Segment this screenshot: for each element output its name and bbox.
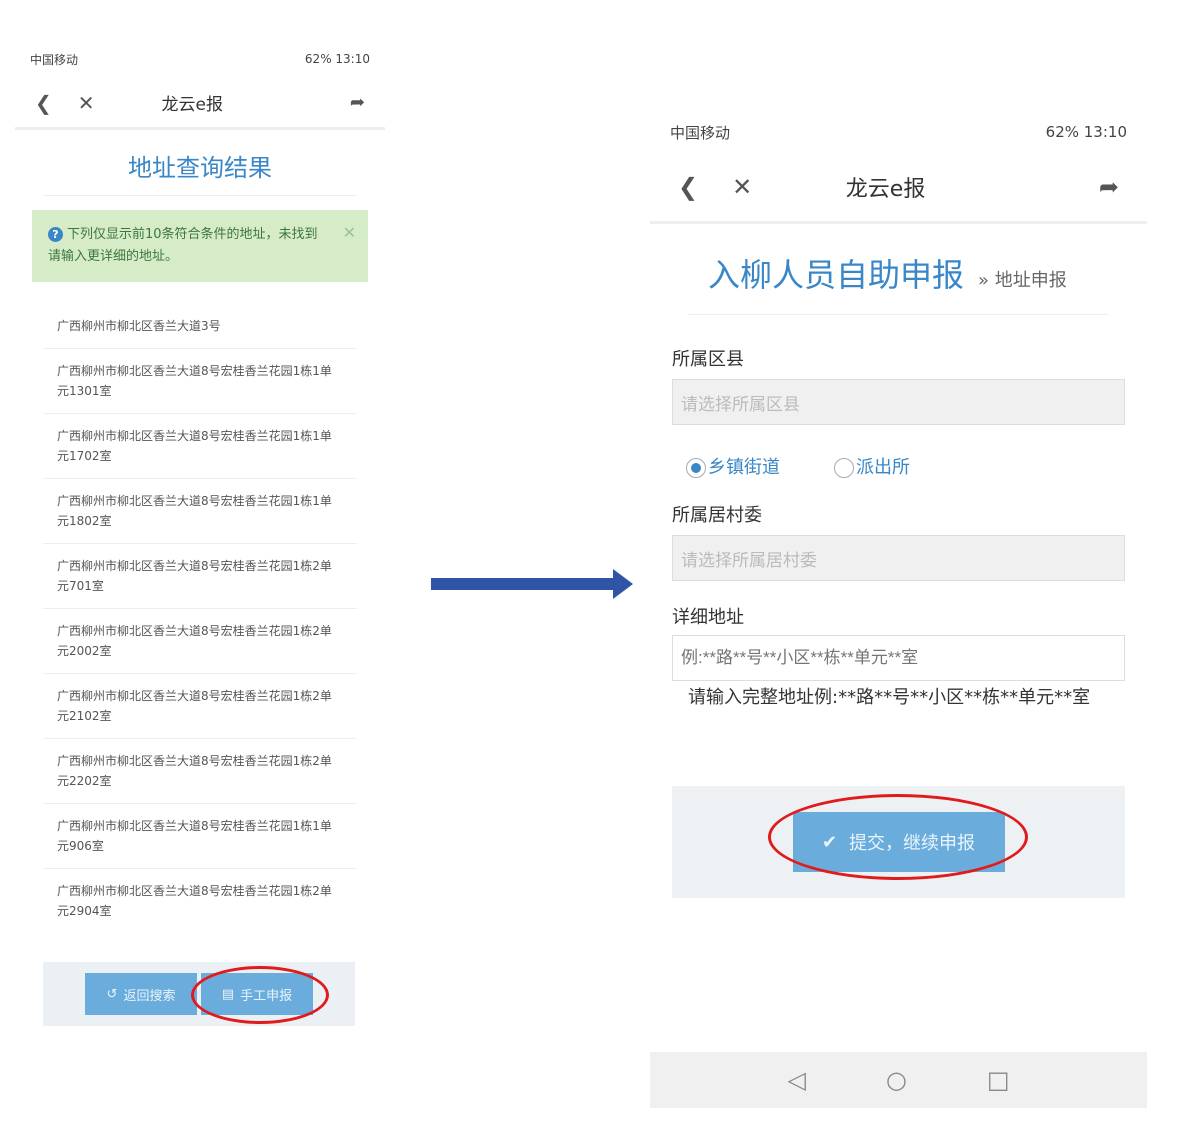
nav-bar: ❮ ✕ 龙云e报 ➦ (15, 78, 385, 130)
status-bar: 中国移动 62% 13:10 (15, 40, 385, 78)
document-icon: ▤ (221, 986, 235, 1002)
info-alert: ? 下列仅显示前10条符合条件的地址，未找到请输入更详细的地址。 ✕ (32, 210, 368, 282)
submit-button[interactable]: ✔ 提交，继续申报 (792, 812, 1005, 872)
address-label: 详细地址 (672, 607, 744, 628)
committee-select[interactable]: 请选择所属居村委 (672, 535, 1125, 581)
back-to-search-button[interactable]: ↺ 返回搜索 (85, 973, 197, 1015)
manual-report-button[interactable]: ▤ 手工申报 (201, 973, 313, 1015)
list-item[interactable]: 广西柳州市柳北区香兰大道8号宏桂香兰花园1栋1单元1702室 (43, 414, 357, 479)
close-icon[interactable]: ✕ (78, 91, 95, 115)
back-label: 返回搜索 (123, 988, 176, 1004)
submit-label: 提交，继续申报 (849, 833, 976, 854)
list-item[interactable]: 广西柳州市柳北区香兰大道3号 (43, 304, 357, 349)
list-item[interactable]: 广西柳州市柳北区香兰大道8号宏桂香兰花园1栋2单元2904室 (43, 869, 357, 933)
radio-police-label: 派出所 (856, 457, 910, 478)
back-icon[interactable]: ❮ (35, 91, 52, 115)
carrier: 中国移动 (670, 123, 731, 142)
page-title: 入柳人员自助申报 (708, 256, 965, 294)
radio-town-label: 乡镇街道 (708, 457, 780, 478)
list-item[interactable]: 广西柳州市柳北区香兰大道8号宏桂香兰花园1栋2单元2102室 (43, 674, 357, 739)
status-bar: 中国移动 62% 13:10 (650, 112, 1147, 152)
radio-checked-icon (686, 458, 706, 478)
android-nav-bar: ◁ ○ □ (650, 1052, 1147, 1108)
address-input[interactable] (672, 635, 1125, 681)
close-icon[interactable]: ✕ (732, 173, 752, 201)
back-triangle-icon[interactable]: ◁ (787, 1066, 805, 1094)
page-title: 地址查询结果 (43, 130, 357, 196)
question-icon: ? (48, 227, 63, 242)
list-item[interactable]: 广西柳州市柳北区香兰大道8号宏桂香兰花园1栋2单元2202室 (43, 739, 357, 804)
alert-text: 下列仅显示前10条符合条件的地址，未找到请输入更详细的地址。 (48, 227, 318, 264)
list-item[interactable]: 广西柳州市柳北区香兰大道8号宏桂香兰花园1栋1单元1301室 (43, 349, 357, 414)
recents-square-icon[interactable]: □ (987, 1066, 1010, 1094)
app-title: 龙云e报 (161, 95, 223, 115)
list-item[interactable]: 广西柳州市柳北区香兰大道8号宏桂香兰花园1栋1单元906室 (43, 804, 357, 869)
list-item[interactable]: 广西柳州市柳北区香兰大道8号宏桂香兰花园1栋2单元701室 (43, 544, 357, 609)
carrier: 中国移动 (30, 52, 79, 67)
home-circle-icon[interactable]: ○ (886, 1066, 907, 1094)
list-item[interactable]: 广西柳州市柳北区香兰大道8号宏桂香兰花园1栋2单元2002室 (43, 609, 357, 674)
button-bar: ↺ 返回搜索 ▤ 手工申报 (43, 962, 355, 1026)
arrow-icon (431, 569, 633, 599)
list-item[interactable]: 广西柳州市柳北区香兰大道8号宏桂香兰花园1栋1单元1802室 (43, 479, 357, 544)
close-alert-icon[interactable]: ✕ (343, 222, 356, 244)
submit-bar: ✔ 提交，继续申报 (672, 786, 1125, 898)
committee-label: 所属居村委 (672, 505, 762, 526)
manual-label: 手工申报 (240, 988, 293, 1004)
self-report-screen: 中国移动 62% 13:10 ❮ ✕ 龙云e报 ➦ 入柳人员自助申报 » 地址申… (650, 112, 1147, 1112)
radio-police[interactable]: 派出所 (834, 453, 910, 479)
district-label: 所属区县 (672, 349, 744, 370)
district-select[interactable]: 请选择所属区县 (672, 379, 1125, 425)
breadcrumb: » 地址申报 (978, 270, 1067, 291)
address-list: 广西柳州市柳北区香兰大道3号 广西柳州市柳北区香兰大道8号宏桂香兰花园1栋1单元… (43, 304, 357, 933)
page-header: 入柳人员自助申报 » 地址申报 (688, 224, 1109, 315)
share-icon[interactable]: ➦ (1099, 173, 1119, 201)
address-result-screen: 中国移动 62% 13:10 ❮ ✕ 龙云e报 ➦ 地址查询结果 ? 下列仅显示前… (15, 40, 385, 1040)
undo-icon: ↺ (106, 986, 118, 1002)
nav-bar: ❮ ✕ 龙云e报 ➦ (650, 152, 1147, 224)
radio-town[interactable]: 乡镇街道 (686, 453, 780, 479)
status-right: 62% 13:10 (304, 52, 370, 66)
address-hint: 请输入完整地址例:**路**号**小区**栋**单元**室 (688, 687, 1091, 708)
check-icon: ✔ (821, 831, 838, 853)
back-icon[interactable]: ❮ (678, 173, 698, 201)
type-radio-group: 乡镇街道 派出所 (686, 453, 1125, 479)
app-title: 龙云e报 (845, 176, 926, 202)
share-icon[interactable]: ➦ (350, 92, 365, 113)
radio-unchecked-icon (834, 458, 854, 478)
status-right: 62% 13:10 (1045, 123, 1127, 141)
